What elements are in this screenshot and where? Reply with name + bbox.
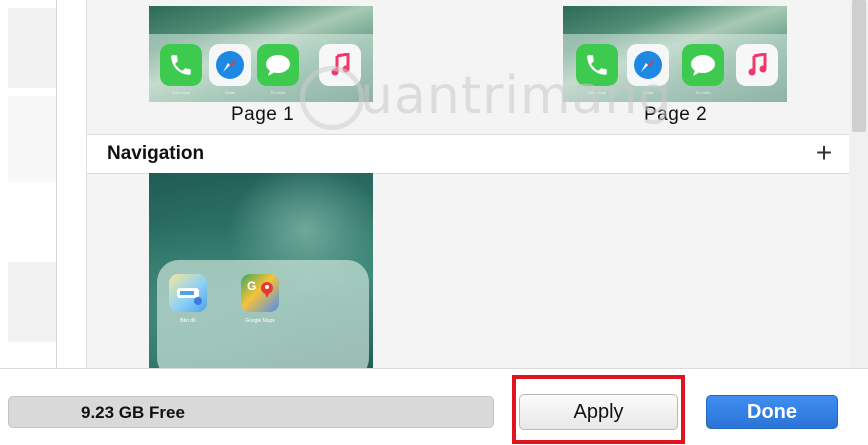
sidebar-row[interactable] xyxy=(8,8,56,88)
app-label: Tin nhắn xyxy=(695,90,711,95)
app-folder[interactable]: G Bản đồ Google Maps xyxy=(157,260,369,368)
app-label: Google Maps xyxy=(245,318,275,324)
safari-icon xyxy=(209,44,251,86)
page-1-label: Page 1 xyxy=(231,104,295,125)
page-2-label: Page 2 xyxy=(644,104,708,125)
phone-icon xyxy=(160,44,202,86)
app-label: Safari xyxy=(642,90,654,95)
app-label: Tin nhắn xyxy=(270,90,286,95)
app-label: Điện thoại xyxy=(171,90,190,95)
navigation-section-header: Navigation + xyxy=(87,134,849,174)
music-icon xyxy=(736,44,778,86)
app-label: Bản đồ xyxy=(180,318,196,324)
app-label: Safari xyxy=(224,90,236,95)
page-1-thumbnail[interactable]: Điện thoại Safari Tin nhắn xyxy=(149,6,373,102)
section-title: Navigation xyxy=(107,143,205,164)
storage-free-text: 9.23 GB Free xyxy=(81,403,185,422)
panel-divider xyxy=(86,0,87,368)
app-label: Điện thoại xyxy=(587,90,606,95)
svg-text:G: G xyxy=(247,279,256,293)
sidebar-row[interactable] xyxy=(8,262,56,342)
sidebar-row[interactable] xyxy=(8,96,56,182)
apply-button[interactable]: Apply xyxy=(519,394,678,430)
sidebar-divider xyxy=(56,0,57,368)
music-icon xyxy=(319,44,361,86)
page-2-thumbnail[interactable]: Điện thoại Safari Tin nhắn xyxy=(563,6,787,102)
safari-icon xyxy=(627,44,669,86)
sidebar xyxy=(0,0,56,368)
messages-icon xyxy=(257,44,299,86)
maps-icon xyxy=(169,274,207,312)
add-page-button[interactable]: + xyxy=(811,139,837,167)
navigation-page-thumbnail[interactable]: G Bản đồ Google Maps xyxy=(149,173,373,368)
done-button[interactable]: Done xyxy=(706,395,838,429)
storage-capacity-bar: 9.23 GB Free xyxy=(8,396,494,428)
scrollbar-thumb[interactable] xyxy=(852,0,866,132)
messages-icon xyxy=(682,44,724,86)
phone-icon xyxy=(576,44,618,86)
google-maps-icon: G xyxy=(241,274,279,312)
